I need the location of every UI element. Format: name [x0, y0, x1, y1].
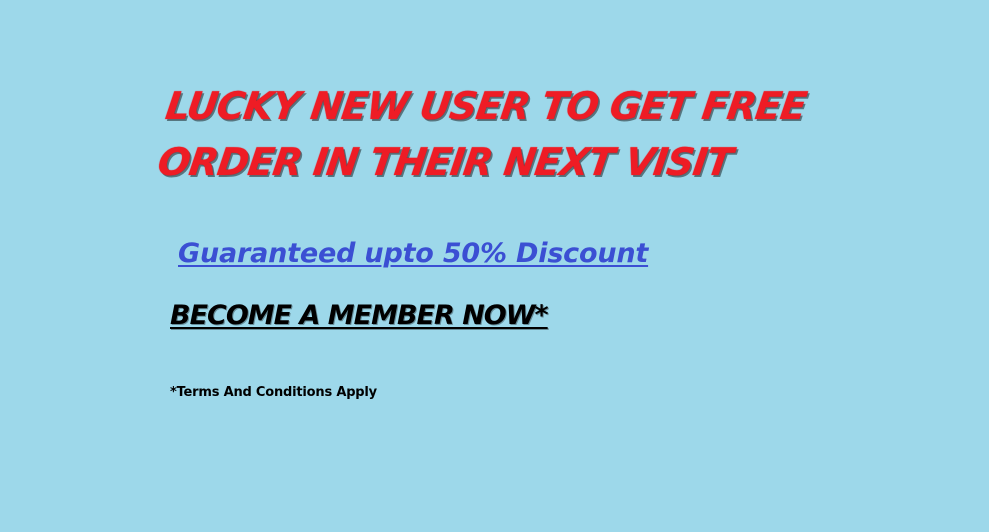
- promo-banner: LUCKY NEW USER TO GET FREE ORDER IN THEI…: [0, 0, 989, 532]
- promo-headline: LUCKY NEW USER TO GET FREE ORDER IN THEI…: [155, 84, 809, 184]
- become-member-link[interactable]: BECOME A MEMBER NOW*: [170, 299, 549, 332]
- discount-link[interactable]: Guaranteed upto 50% Discount: [178, 237, 648, 271]
- terms-note: *Terms And Conditions Apply: [170, 385, 377, 400]
